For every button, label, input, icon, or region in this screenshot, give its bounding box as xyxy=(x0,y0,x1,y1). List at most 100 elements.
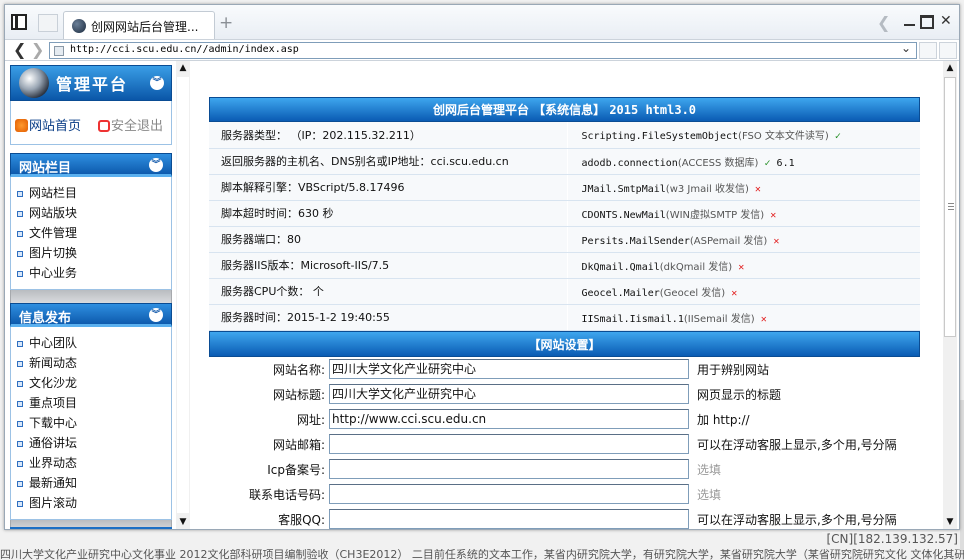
settings-input[interactable]: http://www.cci.scu.edu.cn xyxy=(329,409,689,429)
cross-icon: ✕ xyxy=(770,209,777,221)
new-tab-button[interactable]: + xyxy=(219,13,233,33)
scroll-thumb[interactable] xyxy=(177,77,189,513)
field-label: Icp备案号: xyxy=(267,462,325,477)
component-name: JMail.SmtpMail xyxy=(581,183,666,195)
settings-input[interactable]: 四川大学文化产业研究中心 xyxy=(329,384,689,404)
scroll-up-icon[interactable]: ▲ xyxy=(176,61,190,75)
sidebar-item[interactable]: 图片切换 xyxy=(11,243,171,263)
field-hint: 网页显示的标题 xyxy=(697,387,782,402)
component-desc: (w3 Jmail 收发信) xyxy=(665,183,749,195)
toolbar-button-1[interactable] xyxy=(919,42,937,59)
server-info-cell: 服务器类型： （IP：202.115.32.211） xyxy=(209,122,568,149)
component-name: Persits.MailSender xyxy=(581,235,690,247)
sidebar-item[interactable]: 网站栏目 xyxy=(11,183,171,203)
minimize-button[interactable] xyxy=(903,15,917,29)
url-input[interactable]: http://cci.scu.edu.cn//admin/index.asp xyxy=(49,42,917,59)
cross-icon: ✕ xyxy=(773,235,780,247)
sidebar-item[interactable]: 通俗讲坛 xyxy=(11,433,171,453)
site-settings-header: 【网站设置】 xyxy=(209,330,920,357)
field-label: 网址: xyxy=(296,412,325,427)
field-hint: 加 http:// xyxy=(697,412,750,427)
component-desc: (Geocel 发信) xyxy=(659,287,726,299)
left-frame-scrollbar[interactable]: ▲ ▼ xyxy=(176,61,190,529)
settings-input[interactable] xyxy=(329,434,689,454)
server-info-cell: 服务器CPU个数： 个 xyxy=(209,278,568,305)
logout-link[interactable]: 安全退出 xyxy=(98,115,163,134)
sidebar-item[interactable]: 中心团队 xyxy=(11,333,171,353)
sidebar-item[interactable]: 最新通知 xyxy=(11,473,171,493)
field-hint: 选填 xyxy=(697,487,722,502)
right-frame-scrollbar[interactable]: ▲ ▼ xyxy=(943,61,957,529)
url-text: http://cci.scu.edu.cn//admin/index.asp xyxy=(70,44,299,55)
quick-links: 网站首页 安全退出 xyxy=(10,101,172,145)
settings-input[interactable] xyxy=(329,484,689,504)
info-row: 服务器类型： （IP：202.115.32.211） Scripting.File… xyxy=(209,122,920,149)
background-page-text: 四川大学文化产业研究中心文化事业 2012文化部科研项目编制验收（CH3E201… xyxy=(0,549,964,560)
cross-icon: ✕ xyxy=(760,313,767,325)
blank-tab[interactable] xyxy=(38,14,58,32)
tab-admin[interactable]: 创网网站后台管理... xyxy=(63,11,215,39)
collapse-icon[interactable]: ︾ xyxy=(149,308,163,322)
settings-input[interactable] xyxy=(329,509,689,529)
home-link[interactable]: 网站首页 xyxy=(15,115,81,134)
info-row: 服务器端口：80 Persits.MailSender(ASPemail 发信) … xyxy=(209,226,920,253)
sidebar-item[interactable]: 重点项目 xyxy=(11,393,171,413)
site-settings-form: 网站名称: 四川大学文化产业研究中心 用于辨别网站 网站标题: 四川大学文化产业研究中心… xyxy=(209,357,920,529)
settings-row: 网站名称: 四川大学文化产业研究中心 用于辨别网站 xyxy=(209,357,920,382)
scroll-up-icon[interactable]: ▲ xyxy=(943,61,957,75)
sidebar-item[interactable]: 业界动态 xyxy=(11,453,171,473)
settings-row: 网站标题: 四川大学文化产业研究中心 网页显示的标题 xyxy=(209,382,920,407)
collapse-icon[interactable]: ︾ xyxy=(150,76,164,90)
collapse-icon[interactable]: ︾ xyxy=(149,158,163,172)
page-content: 管理平台 ︾ 网站首页 安全退出 网站栏目 ︾ 网站栏目 网站版块 文件管理 图… xyxy=(5,61,959,529)
section-header[interactable]: 信息发布 ︾ xyxy=(10,303,172,327)
sidebar-item[interactable]: 文件管理 xyxy=(11,223,171,243)
cross-icon: ✕ xyxy=(731,287,738,299)
favicon-icon xyxy=(72,19,86,33)
sidebar-item[interactable]: 图片滚动 xyxy=(11,493,171,513)
component-name: DkQmail.Qmail xyxy=(581,261,660,273)
section-title: 网站栏目 xyxy=(19,161,72,176)
section-header[interactable]: 网站栏目 ︾ xyxy=(10,153,172,177)
settings-row: 网站邮箱: 可以在浮动客服上显示,多个用,号分隔 xyxy=(209,432,920,457)
brand-title: 管理平台 xyxy=(56,75,129,94)
section-info-publish: 信息发布 ︾ 中心团队 新闻动态 文化沙龙 重点项目 下载中心 通俗讲坛 业界动… xyxy=(10,303,172,529)
component-name: Geocel.Mailer xyxy=(581,287,660,299)
sidebar-toggle-icon[interactable] xyxy=(11,14,27,30)
page-icon xyxy=(54,46,64,56)
sidebar-item[interactable]: 新闻动态 xyxy=(11,353,171,373)
back-button[interactable]: ❮ xyxy=(13,41,26,59)
component-version: 6.1 xyxy=(776,157,795,169)
toolbar-button-2[interactable] xyxy=(939,42,957,59)
field-label: 网站邮箱: xyxy=(272,437,325,452)
info-row: 返回服务器的主机名、DNS别名或IP地址：cci.scu.edu.cn adodb… xyxy=(209,148,920,175)
component-desc: (FSO 文本文件读写) xyxy=(738,131,829,143)
chevron-down-icon[interactable]: ⌄ xyxy=(901,41,911,55)
power-icon xyxy=(98,120,110,132)
left-frame: 管理平台 ︾ 网站首页 安全退出 网站栏目 ︾ 网站栏目 网站版块 文件管理 图… xyxy=(5,61,190,529)
close-window-button[interactable]: ✕ xyxy=(940,14,954,28)
sidebar-item[interactable]: 网站版块 xyxy=(11,203,171,223)
component-desc: (WIN虚拟SMTP 发信) xyxy=(665,209,765,221)
sidebar-item[interactable]: 下载中心 xyxy=(11,413,171,433)
maximize-button[interactable] xyxy=(920,15,934,29)
scroll-down-icon[interactable]: ▼ xyxy=(943,515,957,529)
settings-input[interactable] xyxy=(329,459,689,479)
info-row: 服务器CPU个数： 个 Geocel.Mailer(Geocel 发信) ✕ xyxy=(209,278,920,305)
sidebar-item[interactable]: 文化沙龙 xyxy=(11,373,171,393)
component-desc: (ASPemail 发信) xyxy=(689,235,768,247)
scroll-thumb[interactable] xyxy=(944,77,956,337)
tab-bar: 创网网站后台管理... + ❮ ✕ xyxy=(5,5,959,39)
tab-scroll-left-icon[interactable]: ❮ xyxy=(877,13,890,32)
server-info-cell: 服务器IIS版本：Microsoft-IIS/7.5 xyxy=(209,252,568,279)
scroll-down-icon[interactable]: ▼ xyxy=(176,515,190,529)
component-desc: (dkQmail 发信) xyxy=(659,261,733,273)
cross-icon: ✕ xyxy=(738,261,745,273)
server-info-cell: 服务器端口：80 xyxy=(209,226,568,253)
sidebar-item[interactable]: 中心业务 xyxy=(11,263,171,283)
forward-button[interactable]: ❯ xyxy=(31,41,44,59)
field-hint: 可以在浮动客服上显示,多个用,号分隔 xyxy=(697,512,897,527)
component-cell: DkQmail.Qmail(dkQmail 发信) ✕ xyxy=(567,252,920,279)
settings-input[interactable]: 四川大学文化产业研究中心 xyxy=(329,359,689,379)
right-frame: 创网后台管理平台 【系统信息】 2015 html3.0 服务器类型： （IP：… xyxy=(193,61,959,529)
